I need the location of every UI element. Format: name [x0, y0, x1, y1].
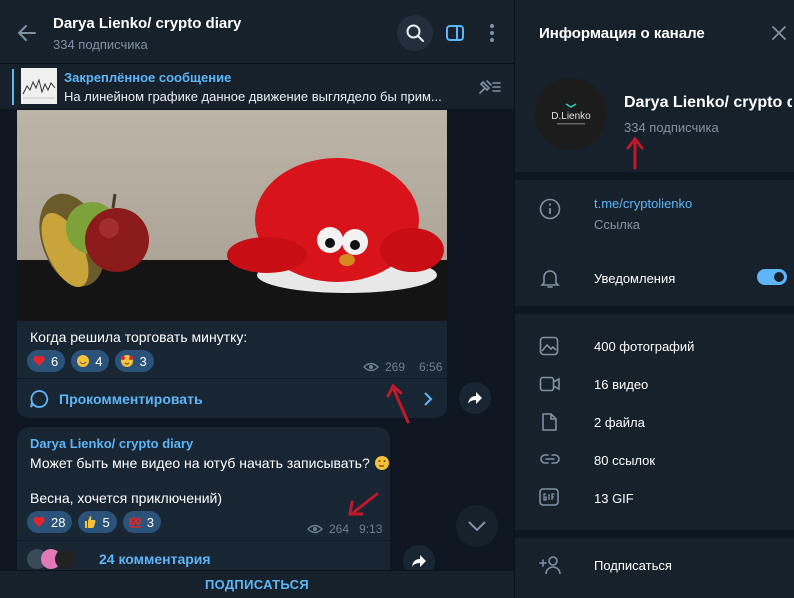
section-separator — [515, 306, 794, 314]
file-icon — [542, 413, 557, 431]
notifications-toggle[interactable] — [757, 269, 787, 285]
message-sender[interactable]: Darya Lienko/ crypto diary — [30, 436, 193, 451]
heart-emoji-icon — [33, 355, 45, 366]
message-time: 6:56 — [419, 360, 443, 374]
channel-avatar[interactable]: D.Lienko — [535, 78, 607, 150]
video-icon — [539, 376, 560, 392]
share-button[interactable] — [459, 382, 491, 414]
media-photos[interactable]: 400 фотографий — [594, 339, 694, 354]
reactions-row: 6 4 3 — [27, 350, 154, 372]
pinned-message-bar[interactable]: Закреплённое сообщение На линейном графи… — [0, 63, 514, 109]
chevron-right-icon — [424, 392, 433, 406]
chat-subscriber-count: 334 подписчика — [53, 37, 148, 52]
pin-list-icon[interactable] — [476, 76, 502, 98]
chevron-down-icon — [468, 521, 486, 531]
photo-icon — [539, 336, 559, 356]
hearts-face-emoji-icon — [121, 355, 134, 367]
media-gifs[interactable]: 13 GIF — [594, 491, 634, 506]
section-separator — [515, 530, 794, 538]
thumbs-up-emoji-icon — [85, 516, 96, 528]
section-separator — [515, 172, 794, 180]
channel-name: Darya Lienko/ crypto diary — [624, 94, 792, 111]
annotation-arrow — [626, 136, 644, 170]
chat-title[interactable]: Darya Lienko/ crypto diary — [53, 15, 241, 32]
reaction-thumbs-up[interactable]: 5 — [78, 511, 117, 533]
reaction-grin[interactable]: 4 — [71, 350, 110, 372]
chat-header: Darya Lienko/ crypto diary 334 подписчик… — [0, 0, 514, 65]
pinned-title: Закреплённое сообщение — [64, 70, 232, 85]
channel-link[interactable]: t.me/cryptolienko — [594, 196, 692, 211]
heart-emoji-icon — [33, 516, 45, 527]
scroll-down-button[interactable] — [456, 505, 498, 547]
channel-link-caption: Ссылка — [594, 217, 641, 232]
add-user-icon — [539, 556, 561, 575]
reaction-count: 3 — [139, 353, 147, 369]
reactions-row: 28 5 3 — [27, 511, 161, 533]
avatar-logo-text: D.Lienko — [551, 111, 591, 122]
reaction-count: 3 — [146, 514, 154, 530]
grin-emoji-icon — [77, 355, 90, 367]
reaction-count: 28 — [51, 514, 66, 530]
avatar — [55, 549, 75, 569]
media-videos[interactable]: 16 видео — [594, 377, 648, 392]
share-arrow-icon — [468, 392, 482, 404]
message-time: 9:13 — [359, 522, 383, 536]
reaction-count: 4 — [95, 353, 103, 369]
subscribe-button[interactable]: ПОДПИСАТЬСЯ — [205, 577, 309, 592]
comments-link[interactable]: 24 комментария — [99, 551, 211, 567]
message-meta: 264 9:13 — [307, 522, 382, 536]
message-caption: Когда решила торговать минутку: — [30, 329, 248, 345]
eye-icon — [307, 524, 323, 534]
annotation-arrow — [348, 492, 379, 516]
comment-label: Прокомментировать — [59, 391, 203, 407]
more-options-button[interactable] — [474, 15, 510, 51]
chat-pane: Darya Lienko/ crypto diary 334 подписчик… — [0, 0, 514, 598]
thinking-emoji-icon — [374, 456, 389, 470]
reaction-count: 5 — [102, 514, 110, 530]
comment-bubble-icon — [30, 390, 49, 408]
pinned-indicator — [12, 69, 14, 105]
close-icon[interactable] — [771, 25, 787, 41]
reaction-heart[interactable]: 28 — [27, 511, 73, 533]
notifications-label: Уведомления — [594, 271, 676, 286]
eye-icon — [363, 362, 379, 372]
annotation-arrow — [386, 383, 410, 424]
back-arrow-icon[interactable] — [16, 22, 38, 44]
message-text-line: Весна, хочется приключений) — [30, 490, 223, 506]
gif-icon — [539, 488, 559, 506]
media-links[interactable]: 80 ссылок — [594, 453, 655, 468]
pinned-thumbnail — [21, 68, 57, 104]
view-count: 269 — [385, 360, 406, 374]
message-photo[interactable] — [17, 110, 447, 321]
reaction-hundred[interactable]: 3 — [122, 511, 161, 533]
share-arrow-icon — [412, 555, 426, 567]
view-count: 264 — [329, 522, 350, 536]
pinned-text: На линейном графике данное движение выгл… — [64, 89, 442, 104]
commenter-avatars — [27, 549, 75, 569]
message-bubble-photo[interactable]: Когда решила торговать минутку: 6 4 3 26… — [17, 110, 447, 418]
toggle-knob — [772, 270, 786, 284]
search-button[interactable] — [397, 15, 433, 51]
reaction-count: 6 — [51, 353, 59, 369]
comment-button[interactable]: Прокомментировать — [17, 378, 447, 418]
subscribe-bar[interactable]: ПОДПИСАТЬСЯ — [0, 570, 514, 598]
channel-info-panel: Информация о канале D.Lienko Darya Lienk… — [515, 0, 794, 598]
sidebar-panel-icon — [446, 25, 464, 41]
bell-icon — [540, 270, 560, 288]
info-panel-title: Информация о канале — [539, 25, 705, 42]
reaction-hearts-face[interactable]: 3 — [115, 350, 154, 372]
subscribe-row[interactable]: Подписаться — [594, 558, 672, 573]
channel-subscribers: 334 подписчика — [624, 120, 719, 135]
search-icon — [406, 24, 424, 42]
hundred-emoji-icon — [128, 517, 141, 528]
message-meta: 269 6:56 — [363, 360, 442, 374]
toggle-sidebar-button[interactable] — [437, 15, 473, 51]
reaction-heart[interactable]: 6 — [27, 350, 66, 372]
media-files[interactable]: 2 файла — [594, 415, 645, 430]
info-icon — [539, 198, 561, 220]
message-text-line: Может быть мне видео на ютуб начать запи… — [30, 455, 390, 471]
comment-divider — [17, 540, 390, 541]
more-vertical-icon — [490, 24, 494, 42]
link-icon — [540, 454, 560, 464]
